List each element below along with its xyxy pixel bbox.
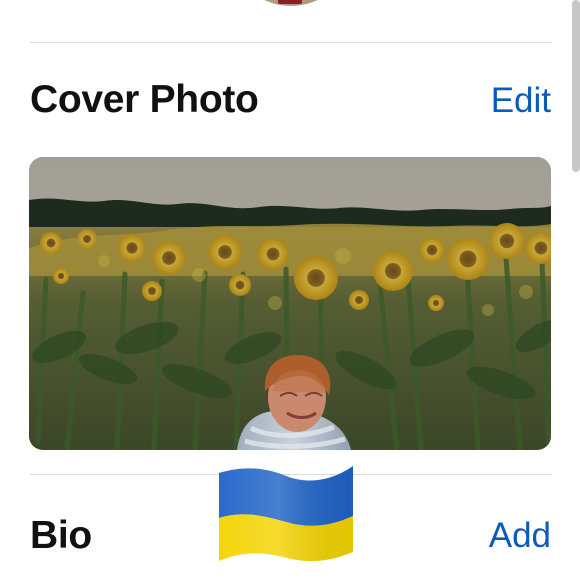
- ukraine-flag-icon: [217, 463, 355, 566]
- profile-photo[interactable]: [229, 0, 353, 6]
- scrollbar[interactable]: [572, 0, 580, 172]
- sunflower-field-photo: [29, 157, 551, 450]
- cover-photo-title: Cover Photo: [30, 78, 259, 121]
- divider: [30, 42, 551, 43]
- edit-cover-photo-link[interactable]: Edit: [491, 83, 551, 118]
- cover-photo[interactable]: [29, 157, 551, 450]
- profile-edit-screen: Cover Photo Edit Bio Add: [0, 0, 580, 580]
- add-bio-link[interactable]: Add: [489, 518, 551, 553]
- bio-title: Bio: [30, 514, 92, 557]
